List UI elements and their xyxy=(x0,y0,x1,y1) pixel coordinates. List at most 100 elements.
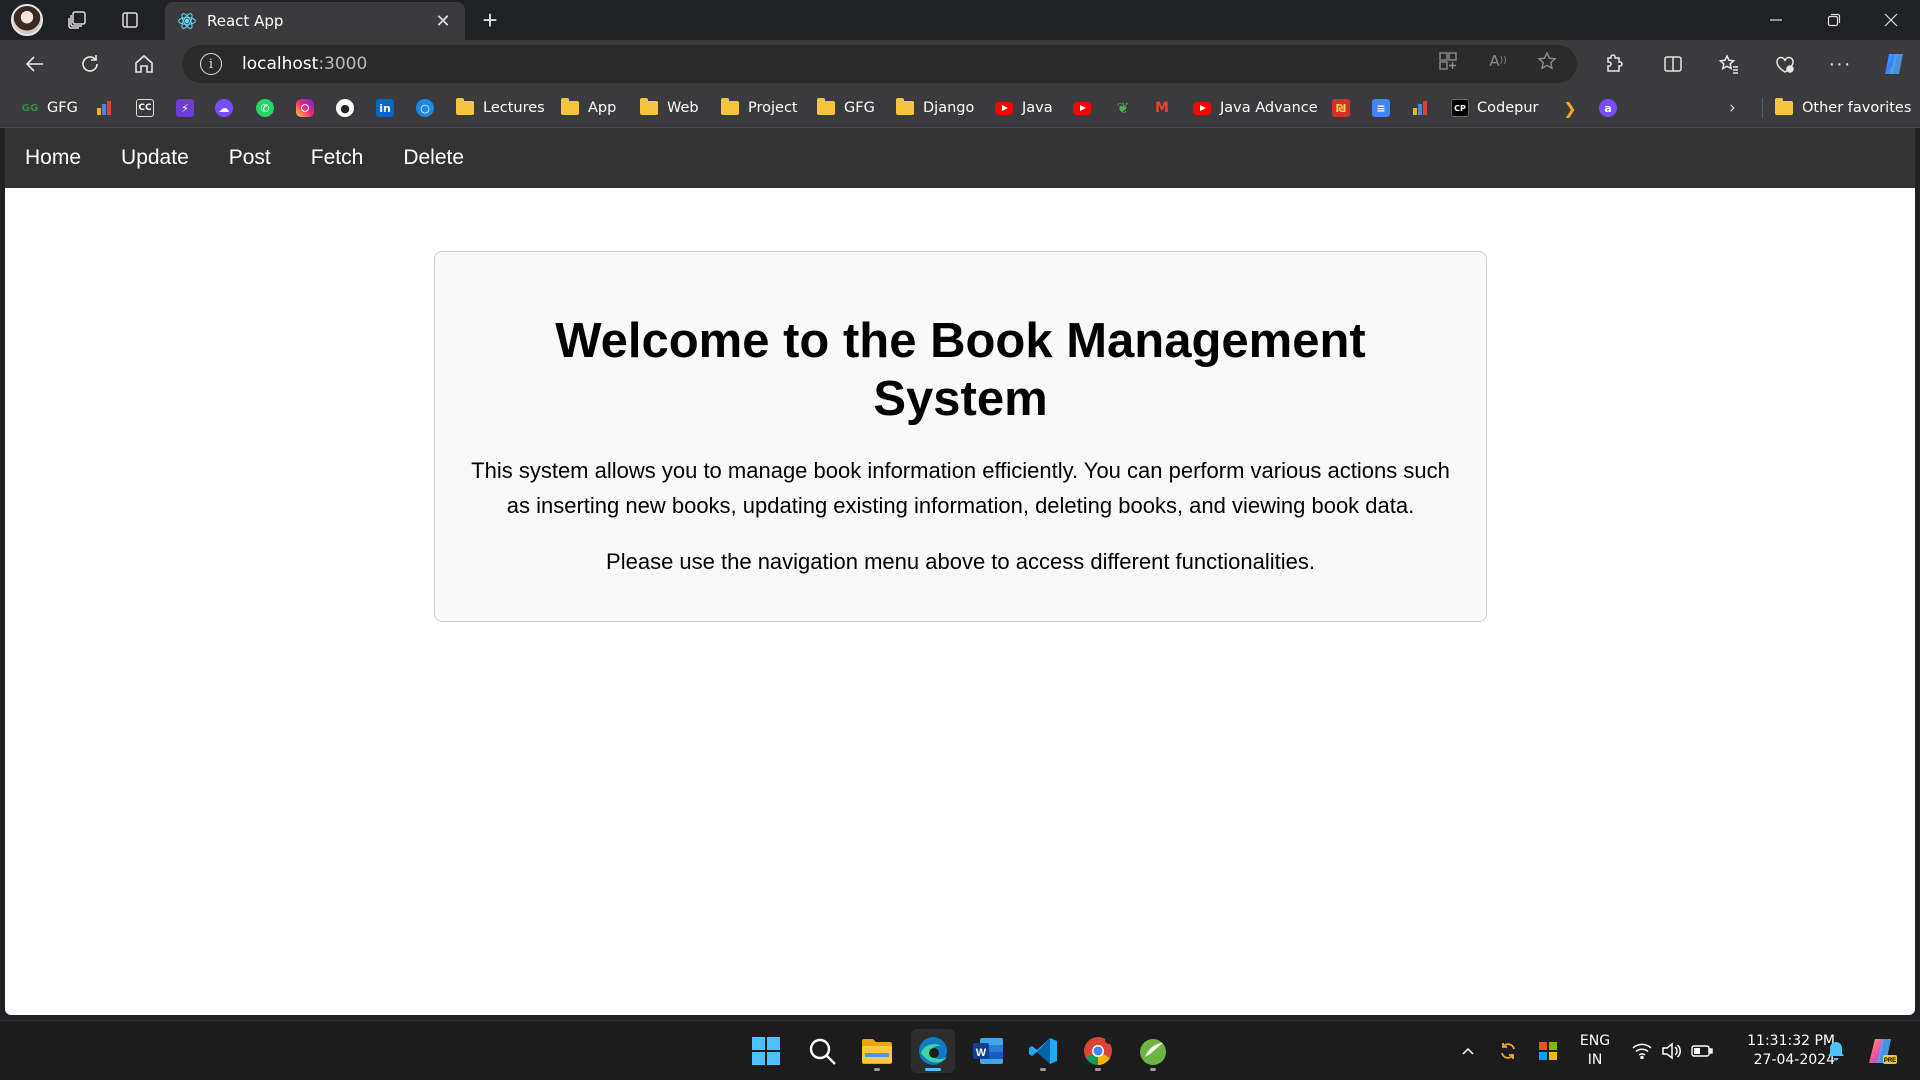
read-aloud-icon[interactable]: A)) xyxy=(1486,49,1510,73)
folder-icon xyxy=(456,98,474,115)
description-paragraph: This system allows you to manage book in… xyxy=(471,458,1450,518)
bookmark-lectures[interactable]: Lectures xyxy=(456,96,545,120)
more-menu-icon[interactable]: ··· xyxy=(1822,46,1858,82)
bookmark-bank[interactable]: ₪ xyxy=(1332,96,1358,120)
word-icon[interactable]: W xyxy=(966,1029,1010,1073)
favorites-icon[interactable] xyxy=(1711,46,1747,82)
page-viewport: Home Update Post Fetch Delete Welcome to… xyxy=(5,128,1915,1015)
split-screen-icon[interactable] xyxy=(1655,46,1691,82)
bookmarks-divider xyxy=(1762,98,1763,118)
search-icon[interactable] xyxy=(800,1029,844,1073)
app-navbar: Home Update Post Fetch Delete xyxy=(5,128,1915,188)
bookmark-leaf[interactable]: ❦ xyxy=(1114,96,1140,120)
bookmark-github[interactable]: ● xyxy=(336,96,362,120)
bookmark-cc[interactable]: CC xyxy=(136,96,162,120)
circle-icon: ○ xyxy=(416,99,434,117)
nav-home[interactable]: Home xyxy=(25,146,81,170)
bookmark-cloud[interactable]: ☁ xyxy=(215,96,241,120)
notification-bell-icon[interactable] xyxy=(1823,1021,1849,1080)
running-indicator xyxy=(1150,1068,1156,1071)
bookmark-chart-2[interactable] xyxy=(1411,96,1437,120)
copilot-icon[interactable] xyxy=(1876,46,1912,82)
bookmark-linkedin[interactable]: in xyxy=(376,96,402,120)
bookmark-docs[interactable]: ≡ xyxy=(1372,96,1398,120)
address-url: localhost:3000 xyxy=(242,54,368,74)
chart-icon xyxy=(1411,99,1429,117)
language-indicator[interactable]: ENG IN xyxy=(1575,1032,1615,1070)
bookmark-java[interactable]: Java xyxy=(995,96,1053,120)
app-available-icon[interactable] xyxy=(1436,49,1460,73)
youtube-icon xyxy=(995,101,1013,115)
browser-essentials-icon[interactable] xyxy=(1767,46,1803,82)
chrome-icon[interactable] xyxy=(1076,1029,1120,1073)
bolt-icon: ⚡ xyxy=(176,99,194,117)
nav-post[interactable]: Post xyxy=(229,146,271,170)
start-windows-icon[interactable] xyxy=(744,1029,788,1073)
nav-update[interactable]: Update xyxy=(121,146,189,170)
reload-icon[interactable] xyxy=(72,46,108,82)
bookmark-instagram[interactable] xyxy=(296,96,322,120)
window-close-icon[interactable] xyxy=(1862,0,1920,40)
tab-title: React App xyxy=(207,12,284,30)
minimize-icon[interactable] xyxy=(1747,0,1805,40)
extensions-icon[interactable] xyxy=(1596,46,1632,82)
defender-grid-icon[interactable] xyxy=(1534,1021,1562,1080)
folder-icon xyxy=(721,98,739,115)
volume-icon[interactable] xyxy=(1658,1021,1684,1080)
edge-browser-icon[interactable] xyxy=(911,1029,955,1073)
cloud-icon: ☁ xyxy=(215,99,233,117)
bookmark-web[interactable]: Web xyxy=(640,96,699,120)
gmail-icon: M xyxy=(1155,100,1169,116)
youtube-icon xyxy=(1193,101,1211,115)
chevron-right-icon: ❯ xyxy=(1563,98,1577,118)
bookmark-app[interactable]: App xyxy=(561,96,616,120)
bookmark-django[interactable]: Django xyxy=(896,96,974,120)
tab-actions-icon[interactable] xyxy=(112,4,148,36)
bookmark-gfg-folder[interactable]: GFG xyxy=(817,96,875,120)
vscode-icon[interactable] xyxy=(1021,1029,1065,1073)
bookmark-gfg[interactable]: GG GFG xyxy=(20,96,78,120)
favorite-star-icon[interactable] xyxy=(1535,49,1559,73)
page-title: Welcome to the Book Management System xyxy=(555,314,1366,426)
back-icon[interactable] xyxy=(17,46,53,82)
bookmark-chart[interactable] xyxy=(95,96,121,120)
show-hidden-icons-chevron-icon[interactable] xyxy=(1455,1021,1481,1080)
copilot-taskbar-icon[interactable]: PRE xyxy=(1864,1021,1900,1080)
active-indicator xyxy=(925,1068,941,1071)
system-clock[interactable]: 11:31:32 PM 27-04-2024 xyxy=(1725,1032,1835,1070)
bookmark-a[interactable]: a xyxy=(1599,96,1625,120)
workspaces-icon[interactable] xyxy=(59,4,95,36)
new-tab-button[interactable]: + xyxy=(474,4,506,36)
tab-react-app[interactable]: React App ✕ xyxy=(165,2,465,40)
battery-icon[interactable] xyxy=(1689,1021,1715,1080)
bookmark-bolt[interactable]: ⚡ xyxy=(176,96,202,120)
docs-icon: ≡ xyxy=(1372,99,1390,117)
bookmark-youtube[interactable] xyxy=(1073,96,1100,120)
bookmark-chevron[interactable]: ❯ xyxy=(1561,96,1587,120)
home-icon[interactable] xyxy=(126,46,162,82)
bookmark-java-advance[interactable]: Java Advance xyxy=(1193,96,1318,120)
close-icon[interactable]: ✕ xyxy=(433,11,453,31)
github-icon: ● xyxy=(336,99,354,117)
folder-icon xyxy=(817,98,835,115)
nav-delete[interactable]: Delete xyxy=(403,146,464,170)
file-explorer-icon[interactable] xyxy=(855,1029,899,1073)
instruction-paragraph: Please use the navigation menu above to … xyxy=(606,549,1315,574)
wifi-icon[interactable] xyxy=(1629,1021,1655,1080)
bookmark-gmail[interactable]: M xyxy=(1153,96,1179,120)
react-logo-icon xyxy=(178,13,196,29)
bookmark-project[interactable]: Project xyxy=(721,96,798,120)
restore-icon[interactable] xyxy=(1805,0,1863,40)
sync-icon[interactable] xyxy=(1494,1021,1522,1080)
bookmark-other-favorites[interactable]: Other favorites xyxy=(1775,96,1911,120)
bookmark-codepur[interactable]: CP Codepur xyxy=(1451,96,1538,120)
address-bar[interactable]: i localhost:3000 xyxy=(182,45,1577,83)
spring-tool-icon[interactable] xyxy=(1131,1029,1175,1073)
bookmark-whatsapp[interactable]: ✆ xyxy=(256,96,282,120)
bookmarks-overflow-chevron-icon[interactable]: › xyxy=(1729,96,1736,120)
bookmark-circle[interactable]: ○ xyxy=(416,96,442,120)
profile-avatar[interactable] xyxy=(11,4,43,36)
nav-fetch[interactable]: Fetch xyxy=(311,146,364,170)
bookmarks-bar: GG GFG CC ⚡ ☁ ✆ ● in ○ Lectures App Web P… xyxy=(0,88,1920,128)
site-info-icon[interactable]: i xyxy=(200,53,222,75)
